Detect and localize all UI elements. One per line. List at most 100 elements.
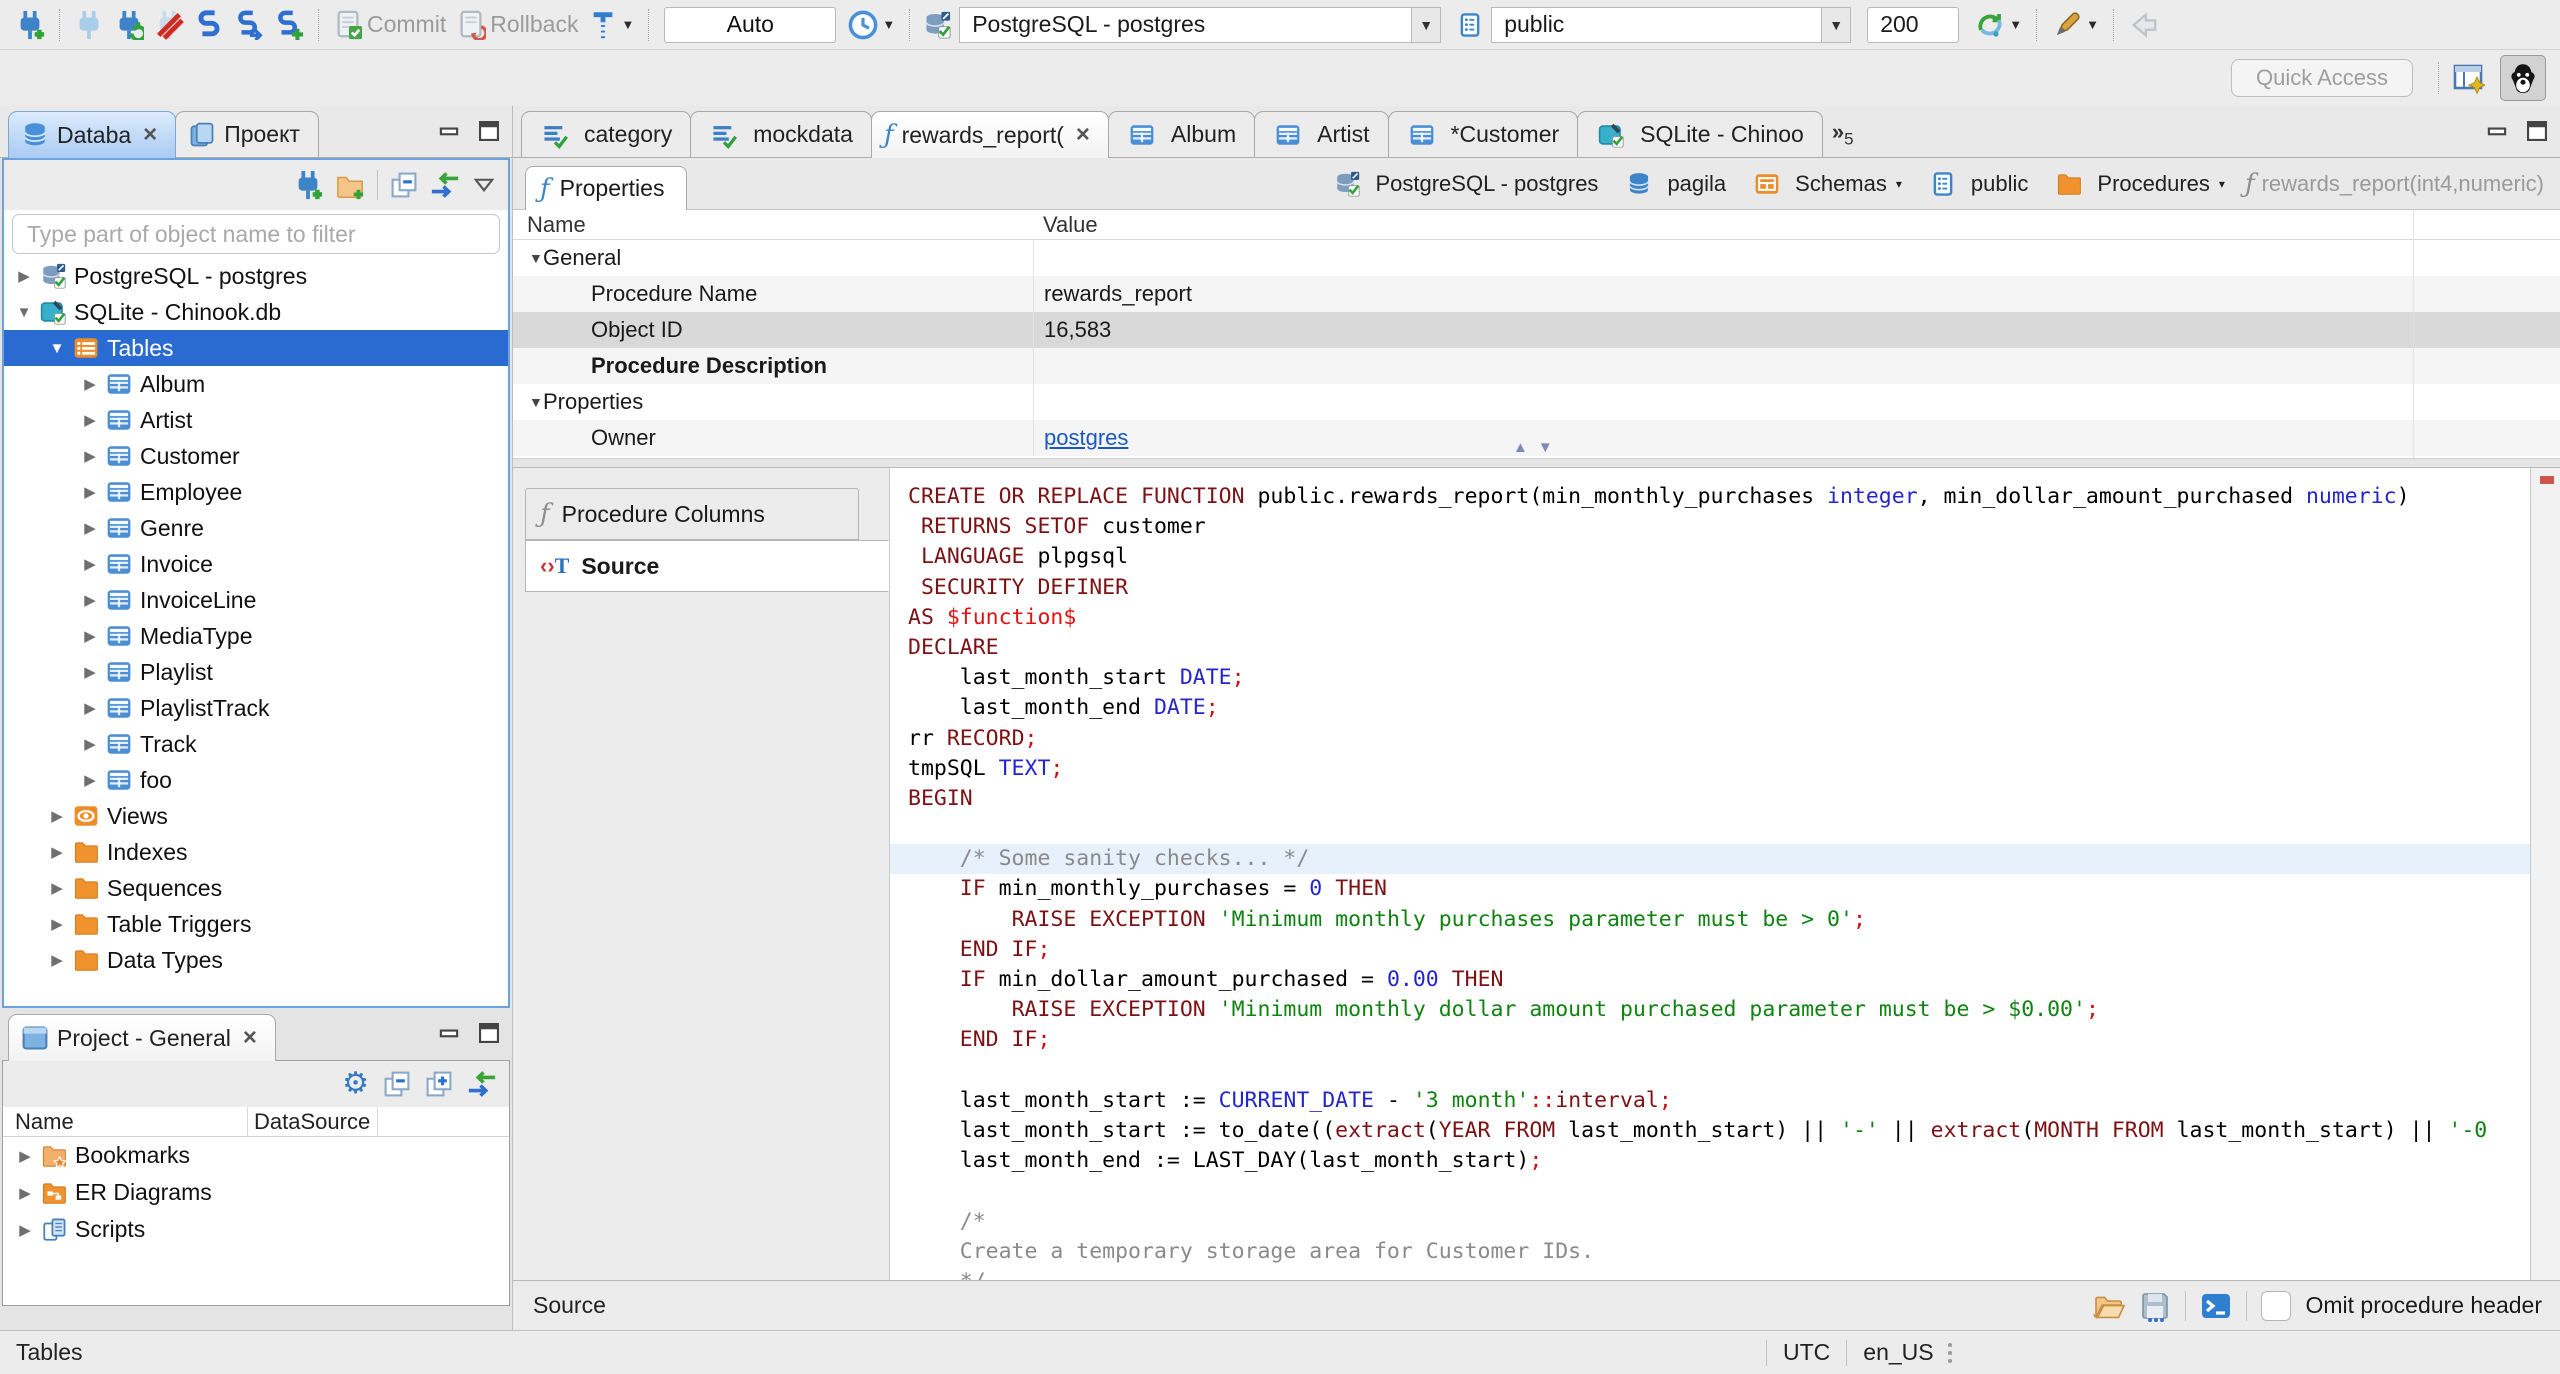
new-connection-icon[interactable]	[293, 170, 323, 200]
tree-item-playlisttrack[interactable]: ▶ PlaylistTrack	[4, 690, 508, 726]
rollback-button[interactable]: Rollback	[451, 4, 583, 46]
chevron-right-icon[interactable]: ▶	[82, 735, 98, 753]
chevron-right-icon[interactable]: ▶	[17, 1147, 33, 1165]
tree-item-track[interactable]: ▶ Track	[4, 726, 508, 762]
property-row-procedure-name[interactable]: Procedure Name rewards_report	[513, 276, 2560, 312]
splitter-collapse-arrows[interactable]: ▲ ▼	[1513, 439, 1553, 456]
breadcrumb-item-procedures[interactable]: Procedures ▾	[2048, 171, 2225, 197]
chevron-down-icon[interactable]: ▼	[529, 250, 543, 266]
code-line-26[interactable]: Create a temporary storage area for Cust…	[908, 1237, 2560, 1267]
chevron-right-icon[interactable]: ▶	[16, 267, 32, 285]
settings-gear-icon[interactable]: ⚙	[342, 1069, 369, 1099]
vertical-scrollbar[interactable]	[2530, 468, 2560, 1280]
minimize-icon[interactable]	[436, 118, 462, 144]
property-value[interactable]: postgres	[1033, 420, 2560, 456]
open-sql-script-button[interactable]	[229, 4, 269, 46]
property-row-general[interactable]: ▼ General	[513, 240, 2560, 276]
code-line-8[interactable]: last_month_end DATE;	[908, 693, 2560, 723]
code-line-24[interactable]	[908, 1176, 2560, 1206]
breadcrumb-item-pagila[interactable]: pagila	[1618, 171, 1726, 197]
dbeaver-perspective-button[interactable]	[2500, 55, 2546, 101]
chevron-right-icon[interactable]: ▶	[82, 447, 98, 465]
commit-button[interactable]: Commit	[328, 4, 451, 46]
connect-button[interactable]	[69, 4, 109, 46]
chevron-right-icon[interactable]: ▶	[82, 555, 98, 573]
property-row-object-id[interactable]: Object ID 16,583	[513, 312, 2560, 348]
property-row-properties[interactable]: ▼ Properties	[513, 384, 2560, 420]
project-item-scripts[interactable]: ▶ Scripts	[3, 1211, 509, 1248]
new-sql-editor-button[interactable]	[189, 4, 229, 46]
schema-select[interactable]: public	[1491, 6, 1822, 43]
load-from-file-icon[interactable]	[2093, 1290, 2126, 1322]
close-icon[interactable]: ×	[243, 1024, 257, 1052]
transaction-mode-button[interactable]: ▼	[583, 4, 639, 46]
editor-tab-album[interactable]: Album	[1107, 111, 1256, 157]
commit-mode-select[interactable]: Auto	[664, 6, 837, 43]
transaction-log-button[interactable]: ▼	[842, 4, 900, 46]
breadcrumb-item-public[interactable]: public	[1922, 171, 2028, 197]
source-code[interactable]: CREATE OR REPLACE FUNCTION public.reward…	[890, 468, 2560, 1280]
chevron-right-icon[interactable]: ▶	[49, 843, 65, 861]
code-line-17[interactable]: IF min_dollar_amount_purchased = 0.00 TH…	[908, 965, 2560, 995]
editor-tab--customer[interactable]: *Customer	[1387, 111, 1579, 157]
tree-item-mediatype[interactable]: ▶ MediaType	[4, 618, 508, 654]
chevron-right-icon[interactable]: ▶	[82, 375, 98, 393]
chevron-right-icon[interactable]: ▶	[49, 807, 65, 825]
code-line-5[interactable]: AS $function$	[908, 603, 2560, 633]
column-header-name[interactable]: Name	[3, 1107, 248, 1136]
breadcrumb-item-schemas[interactable]: Schemas ▾	[1746, 171, 1902, 197]
project-item-bookmarks[interactable]: ▶ Bookmarks	[3, 1137, 509, 1174]
breadcrumb-item-rewards-report-int4-numeric-[interactable]: ƒ rewards_report(int4,numeric)	[2245, 169, 2544, 199]
code-line-22[interactable]: last_month_start := to_date((extract(YEA…	[908, 1116, 2560, 1146]
reconnect-button[interactable]	[109, 4, 149, 46]
chevron-right-icon[interactable]: ▶	[82, 627, 98, 645]
tree-item-artist[interactable]: ▶ Artist	[4, 402, 508, 438]
code-line-2[interactable]: RETURNS SETOF customer	[908, 512, 2560, 542]
code-line-19[interactable]: END IF;	[908, 1025, 2560, 1055]
tree-item-customer[interactable]: ▶ Customer	[4, 438, 508, 474]
tree-item-genre[interactable]: ▶ Genre	[4, 510, 508, 546]
chevron-right-icon[interactable]: ▶	[82, 411, 98, 429]
code-line-7[interactable]: last_month_start DATE;	[908, 663, 2560, 693]
tree-item-views[interactable]: ▶ Views	[4, 798, 508, 834]
close-icon[interactable]: ×	[143, 121, 157, 149]
editor-tab-mockdata[interactable]: mockdata	[690, 111, 872, 157]
project-item-er-diagrams[interactable]: ▶ ER Diagrams	[3, 1174, 509, 1211]
column-header-name[interactable]: Name	[513, 212, 1033, 238]
new-connection-button[interactable]	[10, 4, 50, 46]
status-timezone[interactable]: UTC	[1783, 1339, 1830, 1366]
omit-header-checkbox[interactable]	[2261, 1290, 2292, 1321]
chevron-right-icon[interactable]: ▶	[17, 1221, 33, 1239]
code-line-15[interactable]: RAISE EXCEPTION 'Minimum monthly purchas…	[908, 905, 2560, 935]
tree-item-postgresql-postgres[interactable]: ▶ PostgreSQL - postgres	[4, 258, 508, 294]
tree-item-album[interactable]: ▶ Album	[4, 366, 508, 402]
tree-item-foo[interactable]: ▶ foo	[4, 762, 508, 798]
expand-all-icon[interactable]	[425, 1070, 453, 1098]
new-sql-script-button[interactable]	[269, 4, 309, 46]
link-with-editor-icon[interactable]	[430, 170, 460, 200]
auto-sync-button[interactable]: ▼	[1969, 4, 2027, 46]
chevron-right-icon[interactable]: ▶	[82, 591, 98, 609]
tab-overflow-indicator[interactable]: »5	[1832, 119, 1854, 149]
chevron-down-icon[interactable]: ▼	[529, 394, 543, 410]
tab-project-general[interactable]: Project - General ×	[8, 1014, 276, 1061]
tree-item-employee[interactable]: ▶ Employee	[4, 474, 508, 510]
back-button[interactable]	[2123, 4, 2163, 46]
tab-properties[interactable]: ƒ Properties	[525, 166, 688, 210]
code-line-21[interactable]: last_month_start := CURRENT_DATE - '3 mo…	[908, 1086, 2560, 1116]
editor-tab-category[interactable]: category	[521, 111, 692, 157]
code-line-27[interactable]: */	[908, 1267, 2560, 1280]
collapse-all-icon[interactable]	[383, 1070, 411, 1098]
chevron-right-icon[interactable]: ▶	[82, 771, 98, 789]
code-line-3[interactable]: LANGUAGE plpgsql	[908, 542, 2560, 572]
code-line-25[interactable]: /*	[908, 1207, 2560, 1237]
new-folder-icon[interactable]	[335, 170, 365, 200]
status-locale[interactable]: en_US	[1863, 1339, 1933, 1366]
chevron-down-icon[interactable]: ▾	[2219, 177, 2225, 191]
chevron-right-icon[interactable]: ▶	[49, 951, 65, 969]
editor-tab-artist[interactable]: Artist	[1254, 111, 1389, 157]
code-line-1[interactable]: CREATE OR REPLACE FUNCTION public.reward…	[908, 482, 2560, 512]
code-line-6[interactable]: DECLARE	[908, 633, 2560, 663]
schema-dropdown-button[interactable]: ▼	[1821, 6, 1852, 43]
persist-terminal-icon[interactable]	[2200, 1290, 2232, 1322]
